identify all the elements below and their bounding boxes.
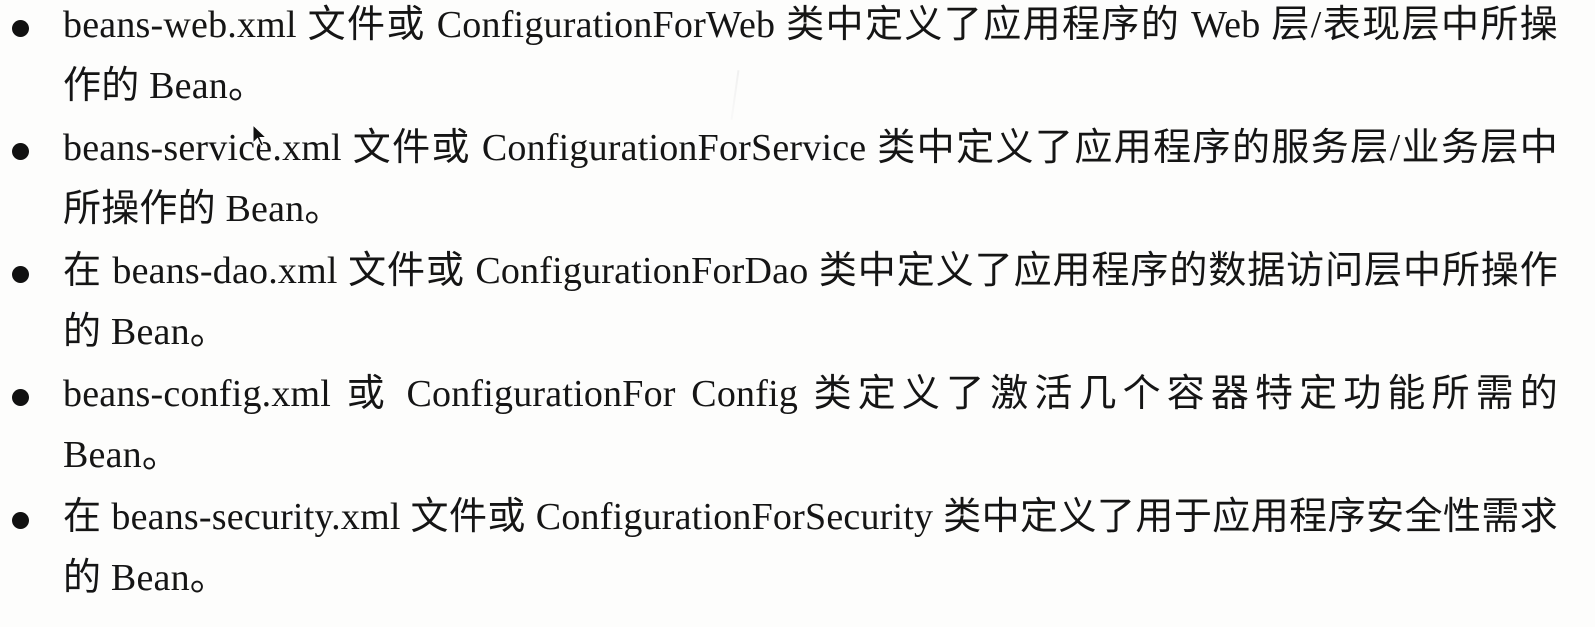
bullet-icon xyxy=(12,389,29,406)
document-page: beans-web.xml 文件或 ConfigurationForWeb 类中… xyxy=(0,0,1595,627)
list-item-text: 在 beans-security.xml 文件或 ConfigurationFo… xyxy=(63,496,1558,599)
list-item-text: beans-config.xml 或 ConfigurationFor Conf… xyxy=(63,373,1558,476)
mouse-pointer-icon xyxy=(252,124,268,147)
bullet-icon xyxy=(12,20,29,37)
bullet-icon xyxy=(12,266,29,283)
bullet-icon xyxy=(12,143,29,160)
bullet-icon xyxy=(12,512,29,529)
list-item-text: beans-service.xml 文件或 ConfigurationForSe… xyxy=(63,127,1558,230)
list-item-text: 在 beans-dao.xml 文件或 ConfigurationForDao … xyxy=(63,250,1558,353)
list-item-text: beans-web.xml 文件或 ConfigurationForWeb 类中… xyxy=(63,4,1558,107)
